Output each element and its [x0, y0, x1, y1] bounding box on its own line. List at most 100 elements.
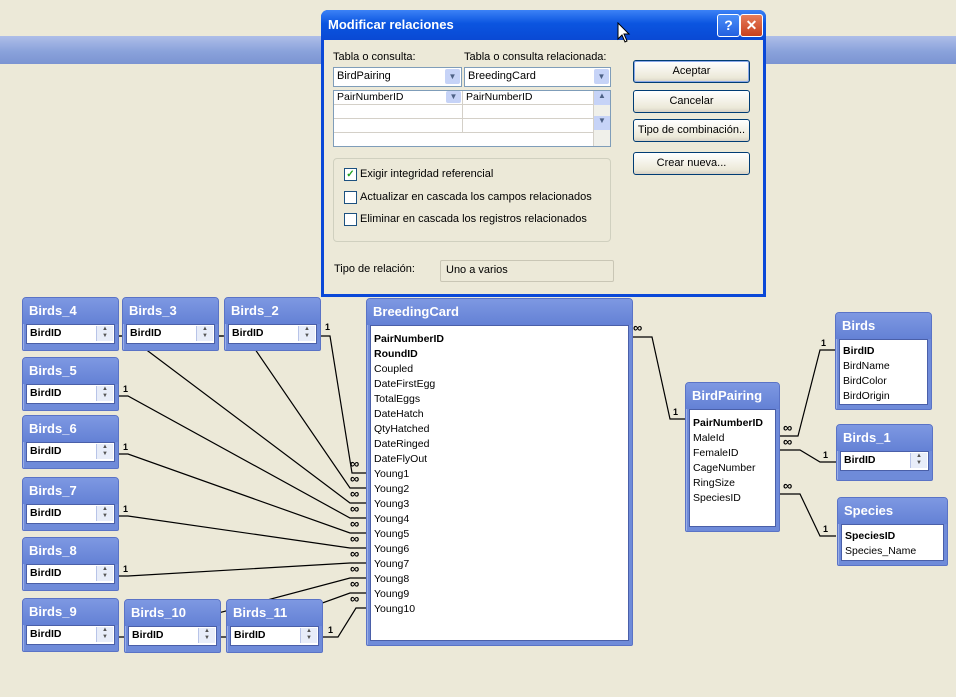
- table-title[interactable]: Birds_1: [837, 425, 932, 451]
- checkbox-label[interactable]: Exigir integridad referencial: [360, 168, 493, 180]
- field-item[interactable]: Coupled: [371, 362, 628, 377]
- help-icon[interactable]: ?: [717, 14, 740, 37]
- table-birds-5[interactable]: Birds_5 BirdID ▲ ▼: [22, 357, 119, 411]
- field-item[interactable]: PairNumberID: [690, 416, 775, 431]
- table-select[interactable]: BirdPairing ▼: [333, 67, 462, 87]
- scroll-spinner[interactable]: ▲ ▼: [96, 386, 113, 401]
- field-item[interactable]: FemaleID: [690, 446, 775, 461]
- scroll-spinner[interactable]: ▲ ▼: [96, 627, 113, 642]
- table-birdpairing[interactable]: BirdPairing PairNumberID MaleId FemaleID…: [685, 382, 780, 532]
- scroll-spinner[interactable]: ▲ ▼: [196, 326, 213, 341]
- table-title[interactable]: Birds_2: [225, 298, 320, 324]
- field-item[interactable]: RingSize: [690, 476, 775, 491]
- field-item[interactable]: SpeciesID: [842, 529, 943, 544]
- scroll-spinner[interactable]: ▲ ▼: [298, 326, 315, 341]
- cancel-button[interactable]: Cancelar: [633, 90, 750, 113]
- table-title[interactable]: Birds_10: [125, 600, 220, 626]
- field-item[interactable]: BirdID: [840, 344, 927, 359]
- field-item[interactable]: Young1: [371, 467, 628, 482]
- table-title[interactable]: Birds_11: [227, 600, 322, 626]
- edit-relationships-dialog[interactable]: Modificar relaciones ? ✕ Tabla o consult…: [321, 10, 766, 297]
- table-title[interactable]: BirdPairing: [686, 383, 779, 409]
- table-title[interactable]: Birds_9: [23, 599, 118, 625]
- table-title[interactable]: Birds_8: [23, 538, 118, 564]
- table-species[interactable]: Species SpeciesID Species_Name: [837, 497, 948, 566]
- grid-empty-cell[interactable]: [334, 119, 463, 133]
- table-breedingcard[interactable]: BreedingCard PairNumberID RoundID Couple…: [366, 298, 633, 646]
- checkbox-cascade-delete[interactable]: [344, 213, 357, 226]
- checkbox-label[interactable]: Eliminar en cascada los registros relaci…: [360, 213, 587, 225]
- field-item[interactable]: DateHatch: [371, 407, 628, 422]
- field-item[interactable]: Young10: [371, 602, 628, 617]
- field-item[interactable]: Young7: [371, 557, 628, 572]
- checkbox-label[interactable]: Actualizar en cascada los campos relacio…: [360, 191, 592, 203]
- table-birds-4[interactable]: Birds_4 BirdID ▲ ▼: [22, 297, 119, 351]
- table-title[interactable]: Birds: [836, 313, 931, 339]
- right-field-cell[interactable]: PairNumberID: [463, 91, 593, 105]
- table-birds-11[interactable]: Birds_11 BirdID ▲ ▼: [226, 599, 323, 653]
- field-item[interactable]: Species_Name: [842, 544, 943, 559]
- close-icon[interactable]: ✕: [740, 14, 763, 37]
- table-birds-1[interactable]: Birds_1 BirdID ▲ ▼: [836, 424, 933, 481]
- scroll-spinner[interactable]: ▲ ▼: [198, 628, 215, 643]
- scroll-spinner[interactable]: ▲ ▼: [300, 628, 317, 643]
- field-item[interactable]: DateFirstEgg: [371, 377, 628, 392]
- table-birds-10[interactable]: Birds_10 BirdID ▲ ▼: [124, 599, 221, 653]
- scroll-spinner[interactable]: ▲ ▼: [96, 444, 113, 459]
- scroll-spinner[interactable]: ▲ ▼: [96, 506, 113, 521]
- field-item[interactable]: Young3: [371, 497, 628, 512]
- field-item[interactable]: PairNumberID: [371, 332, 628, 347]
- checkbox-referential-integrity[interactable]: ✓: [344, 168, 357, 181]
- table-title[interactable]: Species: [838, 498, 947, 524]
- checkbox-cascade-update[interactable]: [344, 191, 357, 204]
- related-table-select[interactable]: BreedingCard ▼: [464, 67, 611, 87]
- scroll-spinner[interactable]: ▲ ▼: [910, 453, 927, 468]
- field-item[interactable]: Young9: [371, 587, 628, 602]
- field-item[interactable]: Young4: [371, 512, 628, 527]
- field-item[interactable]: DateFlyOut: [371, 452, 628, 467]
- table-birds-9[interactable]: Birds_9 BirdID ▲ ▼: [22, 598, 119, 652]
- field-item[interactable]: BirdName: [840, 359, 927, 374]
- table-birds-7[interactable]: Birds_7 BirdID ▲ ▼: [22, 477, 119, 531]
- table-birds-2[interactable]: Birds_2 BirdID ▲ ▼: [224, 297, 321, 351]
- scroll-spinner[interactable]: ▲ ▼: [96, 326, 113, 341]
- field-item[interactable]: DateRinged: [371, 437, 628, 452]
- field-item[interactable]: Young8: [371, 572, 628, 587]
- create-new-button[interactable]: Crear nueva...: [633, 152, 750, 175]
- field-item[interactable]: Young2: [371, 482, 628, 497]
- field-item[interactable]: SpeciesID: [690, 491, 775, 506]
- chevron-down-icon[interactable]: ▼: [594, 69, 609, 84]
- table-birds-3[interactable]: Birds_3 BirdID ▲ ▼: [122, 297, 219, 351]
- grid-scrollbar[interactable]: ▲ ▼: [593, 91, 610, 146]
- ok-button[interactable]: Aceptar: [633, 60, 750, 83]
- grid-empty-cell[interactable]: [463, 119, 593, 133]
- field-item[interactable]: Young5: [371, 527, 628, 542]
- field-item[interactable]: TotalEggs: [371, 392, 628, 407]
- field-item[interactable]: QtyHatched: [371, 422, 628, 437]
- scroll-down-icon[interactable]: ▼: [594, 116, 610, 130]
- dialog-title[interactable]: Modificar relaciones: [321, 10, 766, 40]
- chevron-down-icon[interactable]: ▼: [445, 69, 460, 84]
- table-title[interactable]: Birds_5: [23, 358, 118, 384]
- grid-empty-cell[interactable]: [463, 105, 593, 119]
- table-title[interactable]: Birds_3: [123, 298, 218, 324]
- field-item[interactable]: Young6: [371, 542, 628, 557]
- fields-grid[interactable]: PairNumberID ▼ PairNumberID ▲ ▼: [333, 90, 611, 147]
- field-item[interactable]: RoundID: [371, 347, 628, 362]
- table-birds[interactable]: Birds BirdID BirdName BirdColor BirdOrig…: [835, 312, 932, 410]
- field-item[interactable]: BirdColor: [840, 374, 927, 389]
- table-title[interactable]: BreedingCard: [367, 299, 632, 325]
- left-field-cell[interactable]: PairNumberID ▼: [334, 91, 463, 105]
- scroll-up-icon[interactable]: ▲: [594, 91, 610, 105]
- chevron-down-icon[interactable]: ▼: [446, 91, 461, 103]
- field-item[interactable]: CageNumber: [690, 461, 775, 476]
- field-item[interactable]: BirdOrigin: [840, 389, 927, 404]
- table-birds-8[interactable]: Birds_8 BirdID ▲ ▼: [22, 537, 119, 591]
- table-title[interactable]: Birds_6: [23, 416, 118, 442]
- field-item[interactable]: MaleId: [690, 431, 775, 446]
- table-title[interactable]: Birds_7: [23, 478, 118, 504]
- table-title[interactable]: Birds_4: [23, 298, 118, 324]
- join-type-button[interactable]: Tipo de combinación..: [633, 119, 750, 142]
- scroll-spinner[interactable]: ▲ ▼: [96, 566, 113, 581]
- table-birds-6[interactable]: Birds_6 BirdID ▲ ▼: [22, 415, 119, 469]
